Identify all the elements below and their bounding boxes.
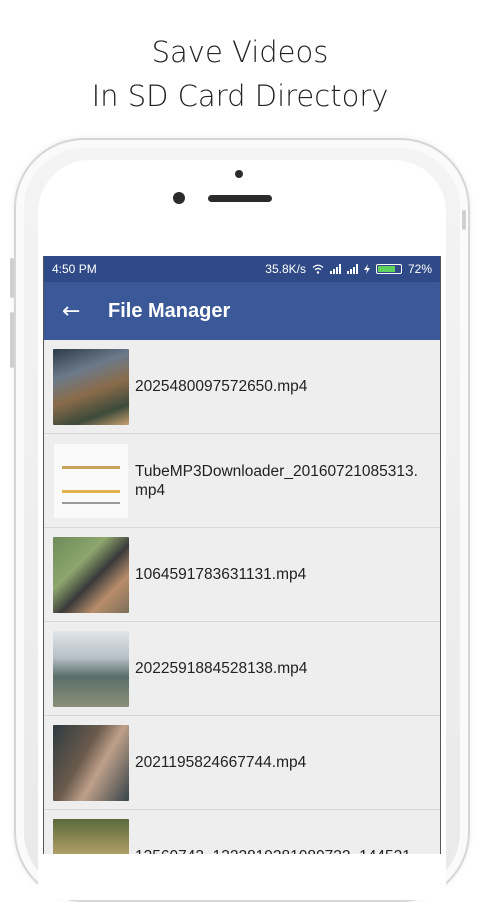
file-name: 2021195824667744.mp4: [135, 754, 307, 771]
status-indicators: 35.8K/s 72%: [265, 262, 432, 276]
list-item[interactable]: 13560743_1322819281080722_144521: [44, 810, 440, 854]
video-thumbnail: [53, 348, 129, 425]
video-thumbnail: [53, 536, 129, 613]
sensor-icon: [235, 170, 243, 178]
video-thumbnail: [53, 724, 129, 801]
network-speed: 35.8K/s: [265, 262, 306, 276]
headline-line-2: In SD Card Directory: [91, 79, 389, 113]
battery-level: 72%: [407, 262, 432, 276]
file-name: 13560743_1322819281080722_144521: [135, 847, 421, 854]
file-list: 2025480097572650.mp4 TubeMP3Downloader_2…: [44, 340, 440, 854]
status-bar: 4:50 PM 35.8K/s 72%: [44, 256, 440, 282]
page-title: File Manager: [108, 299, 231, 322]
video-thumbnail: [53, 818, 129, 854]
status-time: 4:50 PM: [52, 262, 97, 276]
video-thumbnail: [53, 630, 129, 707]
file-name: 1064591783631131.mp4: [135, 566, 307, 583]
headline: Save Videos In SD Card Directory: [0, 30, 480, 118]
phone-screen: 4:50 PM 35.8K/s 72% ← File Manager 20254…: [43, 256, 441, 854]
phone-side-button: [462, 210, 466, 230]
arrow-left-icon[interactable]: ←: [62, 299, 108, 324]
file-name: TubeMP3Downloader_20160721085313.mp4: [135, 462, 418, 499]
wifi-icon: [312, 264, 324, 274]
video-thumbnail: [53, 442, 129, 519]
list-item[interactable]: 2025480097572650.mp4: [44, 340, 440, 434]
signal-icon: [329, 264, 341, 274]
speaker-grille: [208, 195, 272, 202]
app-bar: ← File Manager: [44, 282, 440, 340]
list-item[interactable]: TubeMP3Downloader_20160721085313.mp4: [44, 434, 440, 528]
camera-icon: [173, 192, 185, 204]
battery-icon: [375, 264, 402, 274]
list-item[interactable]: 2022591884528138.mp4: [44, 622, 440, 716]
charging-icon: [363, 264, 370, 274]
signal-icon: [346, 264, 358, 274]
file-name: 2022591884528138.mp4: [135, 660, 308, 677]
phone-side-button: [10, 312, 14, 368]
file-name: 2025480097572650.mp4: [135, 378, 308, 395]
headline-line-1: Save Videos: [151, 35, 329, 69]
list-item[interactable]: 1064591783631131.mp4: [44, 528, 440, 622]
list-item[interactable]: 2021195824667744.mp4: [44, 716, 440, 810]
phone-side-button: [10, 258, 14, 298]
